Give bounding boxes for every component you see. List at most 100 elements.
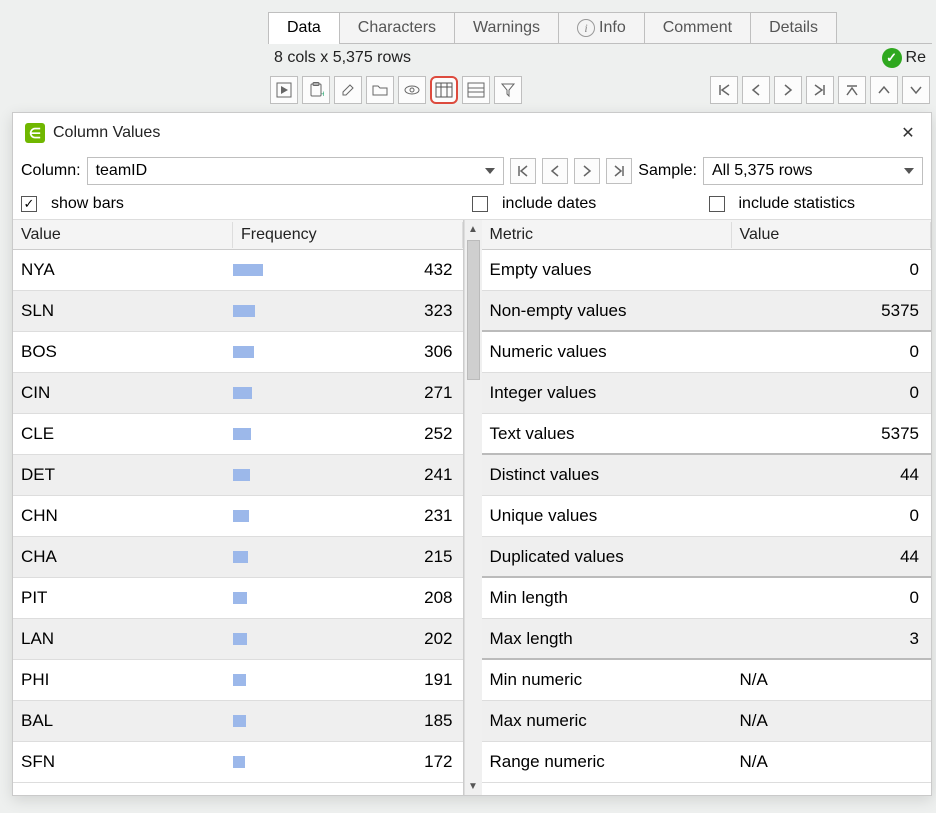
sample-label: Sample: (638, 162, 697, 180)
metric-value-cell: 5375 (732, 424, 932, 444)
table-row[interactable]: DET241 (13, 455, 463, 496)
values-header: Value Frequency (13, 220, 463, 250)
play-button[interactable] (270, 76, 298, 104)
frequency-cell: 208 (233, 588, 463, 608)
table-row[interactable]: CHN231 (13, 496, 463, 537)
metric-value-cell: 5375 (732, 301, 932, 321)
filter-button[interactable] (494, 76, 522, 104)
metric-value-cell: 0 (732, 383, 932, 403)
show-bars-label: show bars (51, 195, 124, 213)
value-cell: BOS (13, 342, 233, 362)
frequency-bar (233, 387, 252, 399)
clipboard-button[interactable]: + (302, 76, 330, 104)
column-values-button[interactable] (430, 76, 458, 104)
table-row[interactable]: Max numericN/A (482, 701, 932, 742)
column-combo[interactable]: teamID (87, 157, 505, 185)
scroll-thumb[interactable] (467, 240, 480, 380)
values-pane: Value Frequency NYA432SLN323BOS306CIN271… (13, 220, 464, 795)
table-row[interactable]: Numeric values0 (482, 332, 932, 373)
sample-combo[interactable]: All 5,375 rows (703, 157, 923, 185)
metric-cell: Max numeric (482, 711, 732, 731)
tab-info[interactable]: iInfo (558, 12, 645, 43)
nav-prev-button[interactable] (742, 76, 770, 104)
include-statistics-checkbox[interactable] (709, 196, 725, 212)
col-header-frequency[interactable]: Frequency (233, 222, 463, 248)
table-row[interactable]: CLE252 (13, 414, 463, 455)
table-row[interactable]: Distinct values44 (482, 455, 932, 496)
table-row[interactable]: Duplicated values44 (482, 537, 932, 578)
table-row[interactable]: SLN323 (13, 291, 463, 332)
show-bars-checkbox[interactable]: ✓ (21, 196, 37, 212)
tab-details[interactable]: Details (750, 12, 837, 43)
table-row[interactable]: Integer values0 (482, 373, 932, 414)
nav-up-button[interactable] (870, 76, 898, 104)
dimensions-label: 8 cols x 5,375 rows (274, 49, 411, 67)
metric-value-cell: 0 (732, 506, 932, 526)
metric-cell: Distinct values (482, 465, 732, 485)
table-row[interactable]: BAL185 (13, 701, 463, 742)
table-row[interactable]: CHA215 (13, 537, 463, 578)
tab-comment[interactable]: Comment (644, 12, 751, 43)
folder-button[interactable] (366, 76, 394, 104)
scroll-up-icon[interactable]: ▲ (465, 220, 482, 238)
values-scrollbar[interactable]: ▲ ▼ (464, 220, 482, 795)
value-cell: NYA (13, 260, 233, 280)
nav-down-button[interactable] (902, 76, 930, 104)
table-row[interactable]: PHI191 (13, 660, 463, 701)
table-row[interactable]: Non-empty values5375 (482, 291, 932, 332)
nav-next-button[interactable] (774, 76, 802, 104)
col-prev-button[interactable] (542, 158, 568, 184)
table-row[interactable]: BOS306 (13, 332, 463, 373)
metrics-pane: Metric Value Empty values0Non-empty valu… (482, 220, 932, 795)
table-row[interactable]: Max length3 (482, 619, 932, 660)
table-row[interactable]: SFN172 (13, 742, 463, 783)
dialog-controls: Column: teamID Sample: All 5,375 rows (13, 153, 931, 189)
frequency-bar (233, 633, 247, 645)
table-row[interactable]: Min length0 (482, 578, 932, 619)
edit-button[interactable] (334, 76, 362, 104)
frequency-cell: 185 (233, 711, 463, 731)
tab-data[interactable]: Data (268, 12, 340, 44)
table-row[interactable]: Unique values0 (482, 496, 932, 537)
close-icon[interactable]: ✕ (897, 122, 919, 144)
nav-first-button[interactable] (710, 76, 738, 104)
eye-button[interactable] (398, 76, 426, 104)
tab-warnings[interactable]: Warnings (454, 12, 559, 43)
dialog-titlebar: ∈ Column Values ✕ (13, 113, 931, 153)
metric-value-cell: 0 (732, 260, 932, 280)
col-first-button[interactable] (510, 158, 536, 184)
include-statistics-label: include statistics (739, 195, 856, 213)
include-dates-label: include dates (502, 195, 596, 213)
tab-characters[interactable]: Characters (339, 12, 455, 43)
frequency-bar (233, 469, 250, 481)
frequency-cell: 306 (233, 342, 463, 362)
rows-button[interactable] (462, 76, 490, 104)
value-cell: CIN (13, 383, 233, 403)
table-row[interactable]: Empty values0 (482, 250, 932, 291)
table-row[interactable]: Text values5375 (482, 414, 932, 455)
dialog-title: Column Values (53, 124, 160, 142)
scroll-down-icon[interactable]: ▼ (465, 777, 482, 795)
value-cell: CHA (13, 547, 233, 567)
nav-top-button[interactable] (838, 76, 866, 104)
col-header-metric[interactable]: Metric (482, 222, 732, 248)
metric-cell: Min numeric (482, 670, 732, 690)
col-last-button[interactable] (606, 158, 632, 184)
frequency-bar (233, 674, 246, 686)
nav-last-button[interactable] (806, 76, 834, 104)
column-values-dialog: ∈ Column Values ✕ Column: teamID Sample:… (12, 112, 932, 796)
chevron-down-icon (904, 168, 914, 174)
metric-cell: Duplicated values (482, 547, 732, 567)
metrics-header: Metric Value (482, 220, 932, 250)
table-row[interactable]: PIT208 (13, 578, 463, 619)
col-header-value2[interactable]: Value (732, 222, 932, 248)
table-row[interactable]: Min numericN/A (482, 660, 932, 701)
table-row[interactable]: LAN202 (13, 619, 463, 660)
include-dates-checkbox[interactable] (472, 196, 488, 212)
col-header-value[interactable]: Value (13, 222, 233, 248)
metric-value-cell: 0 (732, 588, 932, 608)
table-row[interactable]: Range numericN/A (482, 742, 932, 783)
col-next-button[interactable] (574, 158, 600, 184)
table-row[interactable]: CIN271 (13, 373, 463, 414)
table-row[interactable]: NYA432 (13, 250, 463, 291)
